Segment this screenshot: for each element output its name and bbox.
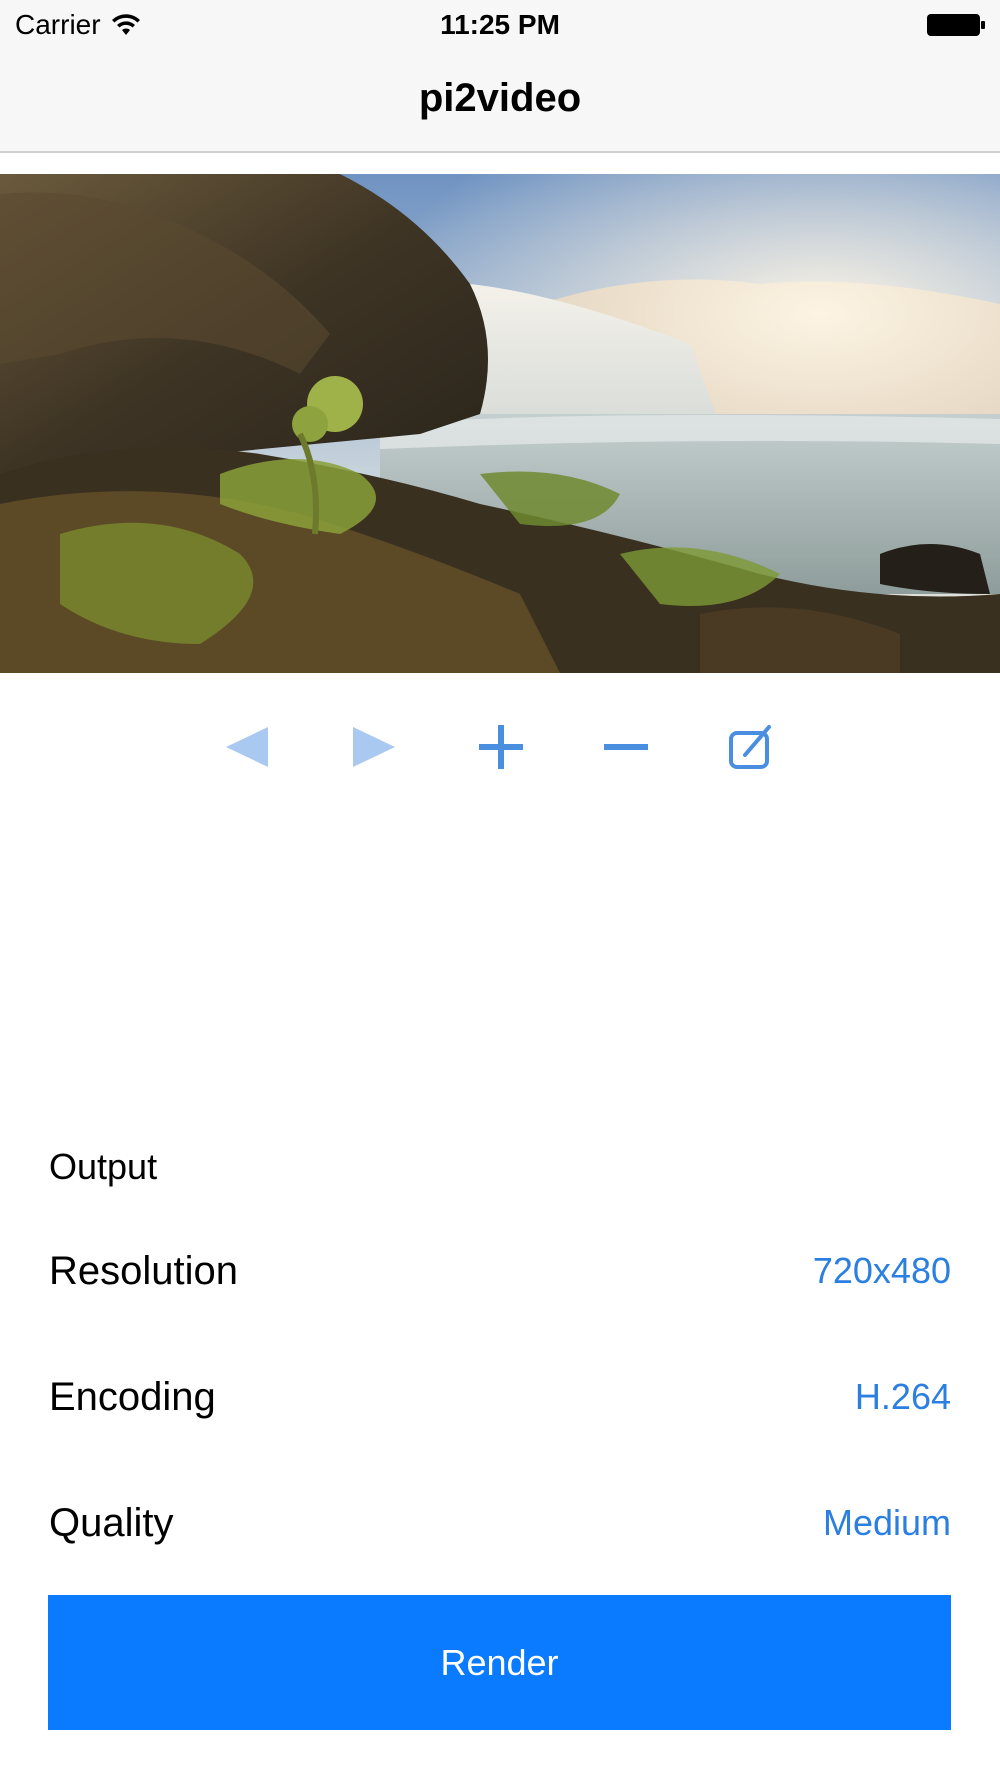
quality-value[interactable]: Medium [823, 1502, 951, 1544]
resolution-label: Resolution [49, 1248, 239, 1293]
quality-row[interactable]: Quality Medium [49, 1488, 951, 1558]
quality-label: Quality [49, 1500, 174, 1545]
waterfall-landscape-image [0, 174, 1000, 673]
previous-icon [226, 727, 268, 767]
remove-button[interactable] [594, 715, 658, 779]
output-section-title: Output [49, 1146, 158, 1187]
encoding-row[interactable]: Encoding H.264 [49, 1362, 951, 1432]
battery-icon [927, 14, 985, 36]
navigation-bar: pi2video [0, 50, 1000, 153]
page-title: pi2video [418, 76, 582, 120]
encoding-value[interactable]: H.264 [855, 1376, 951, 1418]
render-button-label: Render [440, 1641, 559, 1683]
status-bar: Carrier 11:25 PM [0, 0, 1000, 50]
remove-icon [604, 744, 648, 750]
edit-icon [729, 725, 771, 769]
resolution-row[interactable]: Resolution 720x480 [49, 1236, 951, 1306]
add-icon [479, 725, 523, 769]
resolution-value[interactable]: 720x480 [813, 1250, 951, 1292]
previous-button[interactable] [216, 715, 280, 779]
photo-toolbar [0, 715, 1000, 779]
selected-photo [0, 174, 1000, 673]
edit-button[interactable] [719, 715, 783, 779]
next-icon [353, 727, 395, 767]
next-button[interactable] [341, 715, 405, 779]
encoding-label: Encoding [49, 1374, 216, 1419]
add-button[interactable] [469, 715, 533, 779]
status-time: 11:25 PM [440, 9, 560, 40]
render-button[interactable]: Render [48, 1595, 951, 1730]
